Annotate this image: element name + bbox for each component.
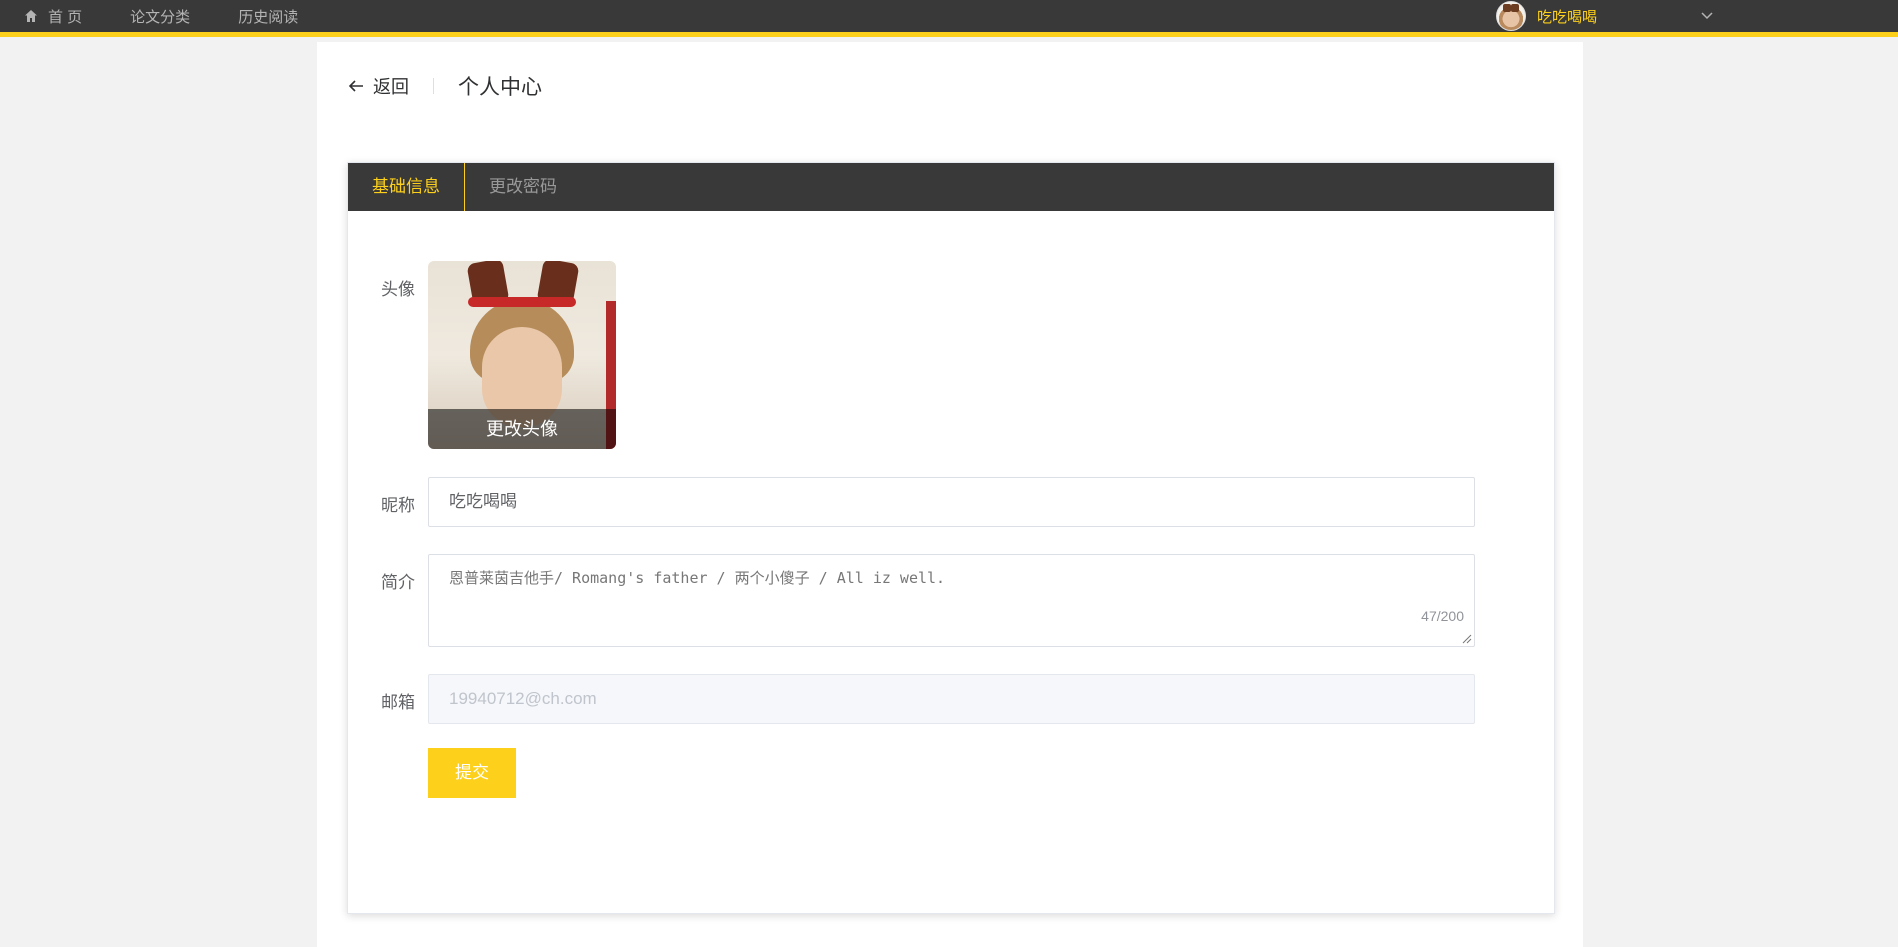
top-navbar: 首 页 论文分类 历史阅读 吃吃喝喝 (0, 0, 1898, 37)
arrow-left-icon (348, 80, 363, 92)
nickname-input[interactable]: 吃吃喝喝 (428, 477, 1475, 527)
tab-basic-info[interactable]: 基础信息 (348, 163, 465, 211)
home-icon (25, 10, 37, 22)
avatar-upload[interactable]: 更改头像 (428, 261, 616, 449)
bio-char-count: 47/200 (1421, 608, 1464, 624)
back-label: 返回 (373, 77, 409, 97)
tab-change-password[interactable]: 更改密码 (465, 163, 581, 211)
user-name[interactable]: 吃吃喝喝 (1537, 6, 1597, 27)
avatar-label: 头像 (381, 280, 415, 299)
main-nav: 首 页 论文分类 历史阅读 (24, 0, 346, 32)
bio-label: 简介 (381, 573, 415, 592)
change-avatar-button[interactable]: 更改头像 (428, 409, 616, 449)
main-panel: 返回 个人中心 基础信息 更改密码 头像 更改头像 昵称 吃吃喝喝 简介 恩普莱… (317, 42, 1583, 947)
nickname-label: 昵称 (381, 496, 415, 515)
resize-handle-icon[interactable] (1462, 634, 1472, 644)
profile-card: 基础信息 更改密码 头像 更改头像 昵称 吃吃喝喝 简介 恩普莱茵吉他手/ Ro… (347, 162, 1555, 914)
nav-history[interactable]: 历史阅读 (238, 6, 298, 27)
avatar-image-detail (468, 297, 576, 307)
page-header: 返回 个人中心 (347, 73, 542, 99)
email-label: 邮箱 (381, 693, 415, 712)
nav-home-label: 首 页 (48, 8, 83, 26)
nav-history-label: 历史阅读 (238, 8, 299, 26)
bio-text: 恩普莱茵吉他手/ Romang's father / 两个小傻子 / All i… (449, 569, 946, 587)
header-divider (433, 78, 434, 94)
avatar[interactable] (1496, 1, 1526, 31)
nav-home[interactable]: 首 页 (24, 6, 82, 27)
chevron-down-icon[interactable] (1700, 8, 1714, 22)
bio-textarea[interactable]: 恩普莱茵吉他手/ Romang's father / 两个小傻子 / All i… (428, 554, 1475, 647)
submit-button[interactable]: 提交 (428, 748, 516, 798)
user-menu[interactable]: 吃吃喝喝 (1496, 0, 1597, 32)
nav-categories[interactable]: 论文分类 (130, 6, 190, 27)
back-button[interactable]: 返回 (347, 73, 409, 99)
tab-bar: 基础信息 更改密码 (348, 163, 1554, 211)
nav-categories-label: 论文分类 (130, 8, 191, 26)
email-field: 19940712@ch.com (428, 674, 1475, 724)
page-title: 个人中心 (458, 76, 542, 99)
